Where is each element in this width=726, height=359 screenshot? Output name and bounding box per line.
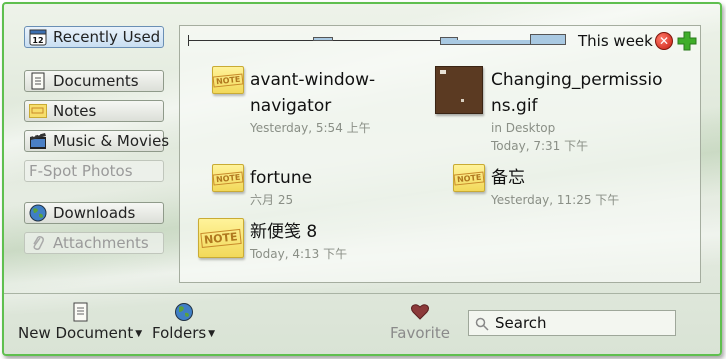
sidebar-item-notes[interactable]: Notes	[24, 100, 164, 122]
image-thumbnail	[435, 66, 483, 114]
favorite-label: Favorite	[390, 324, 450, 342]
calendar-day-text: 12	[32, 36, 43, 45]
item-name: Changing_permissio	[491, 70, 663, 90]
search-icon	[475, 316, 489, 331]
globe-icon	[174, 302, 194, 322]
sidebar-item-music-movies[interactable]: Music & Movies	[24, 130, 169, 152]
item-timestamp: Today, 4:13 下午	[250, 247, 348, 261]
item-name: 备忘	[491, 168, 525, 188]
item-name: ns.gif	[491, 96, 538, 116]
sidebar-item-label: Music & Movies	[53, 132, 170, 150]
paperclip-icon	[29, 234, 47, 252]
item-name: navigator	[250, 96, 332, 116]
sidebar-item-label: F-Spot Photos	[29, 162, 133, 180]
search-input[interactable]	[495, 312, 671, 334]
note-icon: NOTE	[198, 218, 244, 258]
item-location: in Desktop	[491, 121, 556, 135]
sidebar-item-label: Downloads	[53, 204, 136, 222]
item-timestamp: Yesterday, 5:54 上午	[250, 121, 371, 135]
new-document-button[interactable]: New Document ▼	[18, 302, 142, 342]
heart-icon	[410, 302, 430, 322]
timeline-bar	[530, 34, 566, 45]
close-icon[interactable]: ✕	[655, 32, 673, 50]
film-icon	[29, 132, 47, 150]
item-name: avant-window-	[250, 70, 376, 90]
results-panel: This week ✕ NOTE avant-window- navigator…	[179, 25, 701, 283]
folders-button[interactable]: Folders ▼	[152, 302, 215, 342]
sidebar-item-documents[interactable]: Documents	[24, 70, 164, 92]
chevron-down-icon: ▼	[135, 329, 143, 339]
new-document-label: New Document	[18, 324, 134, 342]
sidebar-item-fspot-photos[interactable]: F-Spot Photos	[24, 160, 164, 182]
app-window: 12 Recently Used Documents Notes Music &…	[2, 2, 722, 356]
timeline-bar	[313, 37, 333, 41]
favorite-button[interactable]: Favorite	[390, 302, 450, 342]
bottom-toolbar: New Document ▼ Folders ▼ Favorite	[4, 294, 720, 354]
add-icon[interactable]	[677, 31, 697, 51]
search-field[interactable]	[468, 310, 676, 336]
note-icon	[29, 102, 47, 120]
folders-label: Folders	[152, 324, 207, 342]
sidebar-item-label: Notes	[53, 102, 97, 120]
item-timestamp: Today, 7:31 下午	[491, 139, 589, 153]
sidebar-item-downloads[interactable]: Downloads	[24, 202, 164, 224]
sidebar-item-label: Attachments	[53, 234, 149, 252]
calendar-icon: 12	[29, 28, 47, 46]
sidebar-item-recently-used[interactable]: 12 Recently Used	[24, 26, 164, 48]
note-icon: NOTE	[453, 164, 485, 192]
item-name: fortune	[250, 168, 313, 188]
note-icon: NOTE	[212, 66, 244, 94]
item-timestamp: 六月 25	[250, 193, 294, 207]
globe-icon	[29, 204, 47, 222]
item-timestamp: Yesterday, 11:25 下午	[491, 193, 620, 207]
sidebar-item-label: Documents	[53, 72, 139, 90]
new-document-icon	[70, 302, 90, 322]
chevron-down-icon: ▼	[208, 329, 216, 339]
note-icon: NOTE	[212, 164, 244, 192]
sidebar-item-label: Recently Used	[53, 28, 161, 46]
document-icon	[29, 72, 47, 90]
timeline[interactable]	[188, 34, 566, 48]
sidebar-item-attachments[interactable]: Attachments	[24, 232, 164, 254]
item-name: 新便笺 8	[250, 222, 318, 242]
timeline-range-label: This week	[578, 32, 653, 50]
